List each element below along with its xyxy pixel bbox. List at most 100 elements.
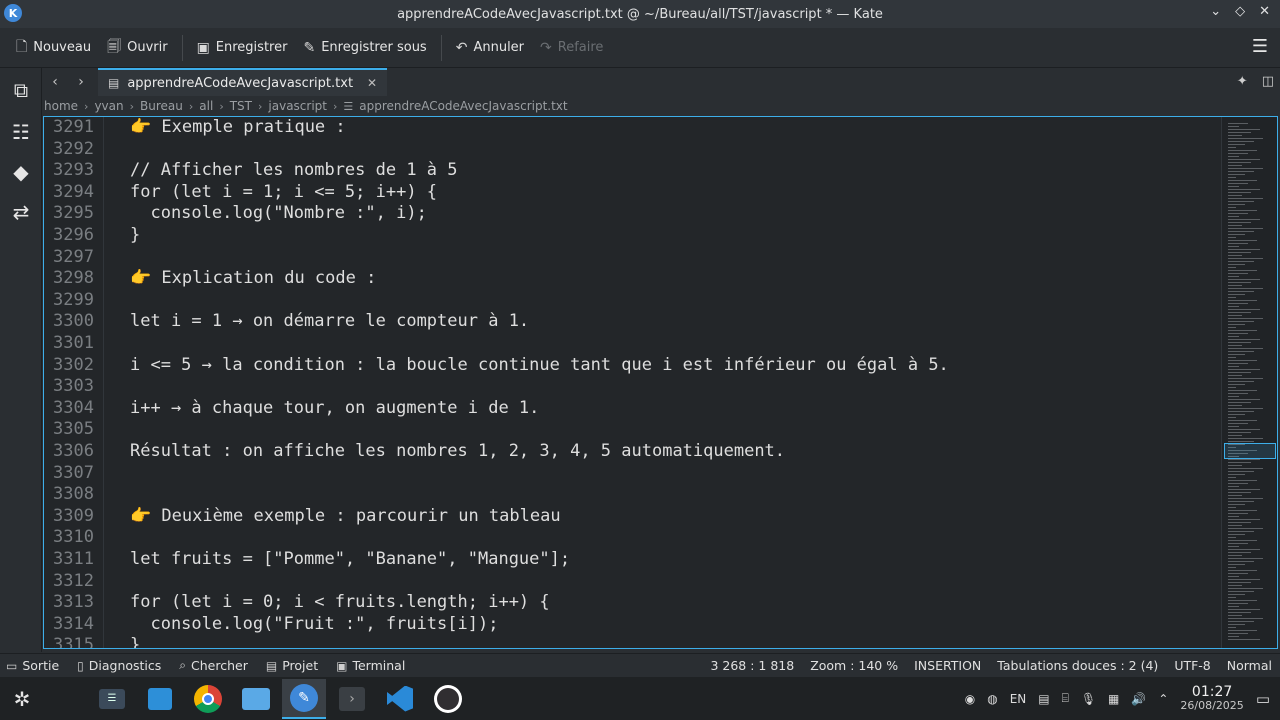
- line-number: 3292: [53, 138, 94, 159]
- code-line[interactable]: 3295 console.log("Nombre :", i);: [44, 203, 1224, 225]
- code-line[interactable]: 3313 for (let i = 0; i < fruits.length; i…: [44, 592, 1224, 614]
- code-line[interactable]: 3292: [44, 139, 1224, 161]
- code-line[interactable]: 3306 Résultat : on affiche les nombres 1,…: [44, 441, 1224, 463]
- code-line[interactable]: 3293 // Afficher les nombres de 1 à 5: [44, 160, 1224, 182]
- code-line[interactable]: 3308: [44, 484, 1224, 506]
- new-button[interactable]: 🗋 Nouveau: [8, 33, 99, 63]
- redo-button[interactable]: ↷ Refaire: [532, 33, 611, 63]
- code-line[interactable]: 3300 let i = 1 → on démarre le compteur à…: [44, 311, 1224, 333]
- breadcrumb-item[interactable]: home: [44, 99, 78, 113]
- undo-button[interactable]: ↶ Annuler: [448, 33, 532, 63]
- minimap-line: [1228, 516, 1239, 517]
- minimap-line: [1228, 618, 1263, 619]
- documents-icon[interactable]: ⧉: [9, 78, 33, 102]
- zoom-level[interactable]: Zoom : 140 %: [810, 658, 898, 673]
- code-line[interactable]: 3307: [44, 463, 1224, 485]
- minimap-line: [1228, 636, 1239, 637]
- code-line[interactable]: 3305: [44, 419, 1224, 441]
- minimap-line: [1228, 612, 1251, 613]
- code-line[interactable]: 3294 for (let i = 1; i <= 5; i++) {: [44, 182, 1224, 204]
- breadcrumb-item[interactable]: TST: [230, 99, 252, 113]
- back-arrow-icon[interactable]: ‹: [42, 68, 68, 96]
- code-line[interactable]: 3298 👉 Explication du code :: [44, 268, 1224, 290]
- git-icon[interactable]: ◆: [9, 160, 33, 184]
- breadcrumb-item[interactable]: apprendreACodeAvecJavascript.txt: [359, 99, 567, 113]
- project-panel-button[interactable]: ▤ Projet: [266, 658, 318, 673]
- system-settings-icon[interactable]: ☰: [90, 679, 134, 719]
- minimap[interactable]: [1221, 117, 1277, 648]
- breadcrumb-item[interactable]: javascript: [268, 99, 327, 113]
- breadcrumb-item[interactable]: Bureau: [140, 99, 183, 113]
- forward-arrow-icon[interactable]: ›: [68, 68, 94, 96]
- microphone-icon[interactable]: 🎙: [1081, 692, 1096, 706]
- code-line[interactable]: 3315}: [44, 635, 1224, 648]
- text-file-icon: ▤: [108, 76, 120, 90]
- code-line[interactable]: 3301: [44, 333, 1224, 355]
- code-line[interactable]: 3310: [44, 527, 1224, 549]
- code-line[interactable]: 3303: [44, 376, 1224, 398]
- line-number: 3293: [53, 160, 94, 181]
- obs-icon[interactable]: [426, 679, 470, 719]
- output-panel-button[interactable]: ▭ Sortie: [6, 658, 59, 673]
- devices-icon[interactable]: ▦: [1108, 692, 1119, 706]
- encoding[interactable]: UTF-8: [1174, 658, 1210, 673]
- code-line[interactable]: 3314 console.log("Fruit :", fruits[i]);: [44, 614, 1224, 636]
- breadcrumb-item[interactable]: all: [199, 99, 213, 113]
- code-line[interactable]: 3304 i++ → à chaque tour, on augmente i d…: [44, 398, 1224, 420]
- chevron-up-icon[interactable]: ⌃: [1158, 692, 1168, 706]
- show-desktop-icon[interactable]: ▭: [1256, 690, 1270, 708]
- input-mode[interactable]: Normal: [1227, 658, 1272, 673]
- code-line[interactable]: 3296}: [44, 225, 1224, 247]
- text-editor[interactable]: 3291 👉 Exemple pratique : 3292 3293 // Affic…: [43, 116, 1278, 649]
- chrome-icon[interactable]: [186, 679, 230, 719]
- clipboard-icon[interactable]: ▤: [1038, 692, 1049, 706]
- volume-icon[interactable]: 🔊: [1131, 692, 1146, 706]
- minimap-line: [1228, 348, 1263, 349]
- project-tree-icon[interactable]: ⇄: [9, 200, 33, 224]
- minimap-line: [1228, 210, 1257, 211]
- symbols-list-icon[interactable]: ☷: [9, 120, 33, 144]
- hamburger-menu-icon[interactable]: ☰: [1252, 36, 1268, 57]
- keyboard-layout[interactable]: EN: [1010, 692, 1027, 706]
- open-button[interactable]: 🗐 Ouvrir: [99, 33, 175, 63]
- maximize-icon[interactable]: ◇: [1235, 4, 1245, 19]
- pin-icon[interactable]: ✦: [1237, 74, 1248, 89]
- save-as-button[interactable]: ✎ Enregistrer sous: [295, 33, 434, 63]
- kate-app-icon[interactable]: K: [4, 4, 22, 22]
- code-line[interactable]: 3297: [44, 247, 1224, 269]
- code-text: 👉 Deuxième exemple : parcourir un tablea…: [130, 505, 561, 526]
- application-launcher-icon[interactable]: ✲: [0, 679, 44, 719]
- breadcrumb-item[interactable]: yvan: [94, 99, 123, 113]
- split-view-icon[interactable]: ◫: [1262, 74, 1274, 89]
- code-line[interactable]: 3291 👉 Exemple pratique :: [44, 117, 1224, 139]
- minimap-line: [1228, 261, 1254, 262]
- tray-app-icon[interactable]: ◉: [965, 692, 975, 706]
- minimap-line: [1228, 135, 1242, 136]
- code-line[interactable]: 3309 👉 Deuxième exemple : parcourir un ta…: [44, 506, 1224, 528]
- terminal-panel-button[interactable]: ▣ Terminal: [336, 658, 405, 673]
- terminal-taskbar-icon[interactable]: ›: [330, 679, 374, 719]
- close-tab-icon[interactable]: ✕: [367, 76, 377, 90]
- network-icon[interactable]: ⌸: [1062, 691, 1069, 706]
- diagnostics-panel-button[interactable]: ▯ Diagnostics: [77, 658, 161, 673]
- obs-tray-icon[interactable]: ◍: [987, 692, 997, 706]
- store-icon[interactable]: [138, 679, 182, 719]
- search-panel-button[interactable]: ⌕ Chercher: [179, 658, 248, 673]
- cursor-position[interactable]: 3 268 : 1 818: [710, 658, 794, 673]
- file-manager-icon[interactable]: [234, 679, 278, 719]
- insert-mode[interactable]: INSERTION: [914, 658, 981, 673]
- save-button[interactable]: ▣ Enregistrer: [189, 33, 296, 63]
- code-line[interactable]: 3302 i <= 5 → la condition : la boucle co…: [44, 355, 1224, 377]
- indentation-setting[interactable]: Tabulations douces : 2 (4): [997, 658, 1158, 673]
- tab-document[interactable]: ▤ apprendreACodeAvecJavascript.txt ✕: [98, 68, 388, 96]
- save-as-label: Enregistrer sous: [321, 40, 427, 55]
- close-window-icon[interactable]: ✕: [1259, 4, 1270, 19]
- clock[interactable]: 01:27 26/08/2025: [1180, 685, 1243, 713]
- kate-taskbar-icon[interactable]: ✎: [282, 678, 326, 719]
- minimap-viewport[interactable]: [1224, 443, 1276, 459]
- code-line[interactable]: 3299: [44, 290, 1224, 312]
- code-line[interactable]: 3312: [44, 571, 1224, 593]
- vscode-icon[interactable]: [378, 679, 422, 719]
- code-line[interactable]: 3311 let fruits = ["Pomme", "Banane", "Ma…: [44, 549, 1224, 571]
- minimize-icon[interactable]: ⌄: [1210, 4, 1221, 19]
